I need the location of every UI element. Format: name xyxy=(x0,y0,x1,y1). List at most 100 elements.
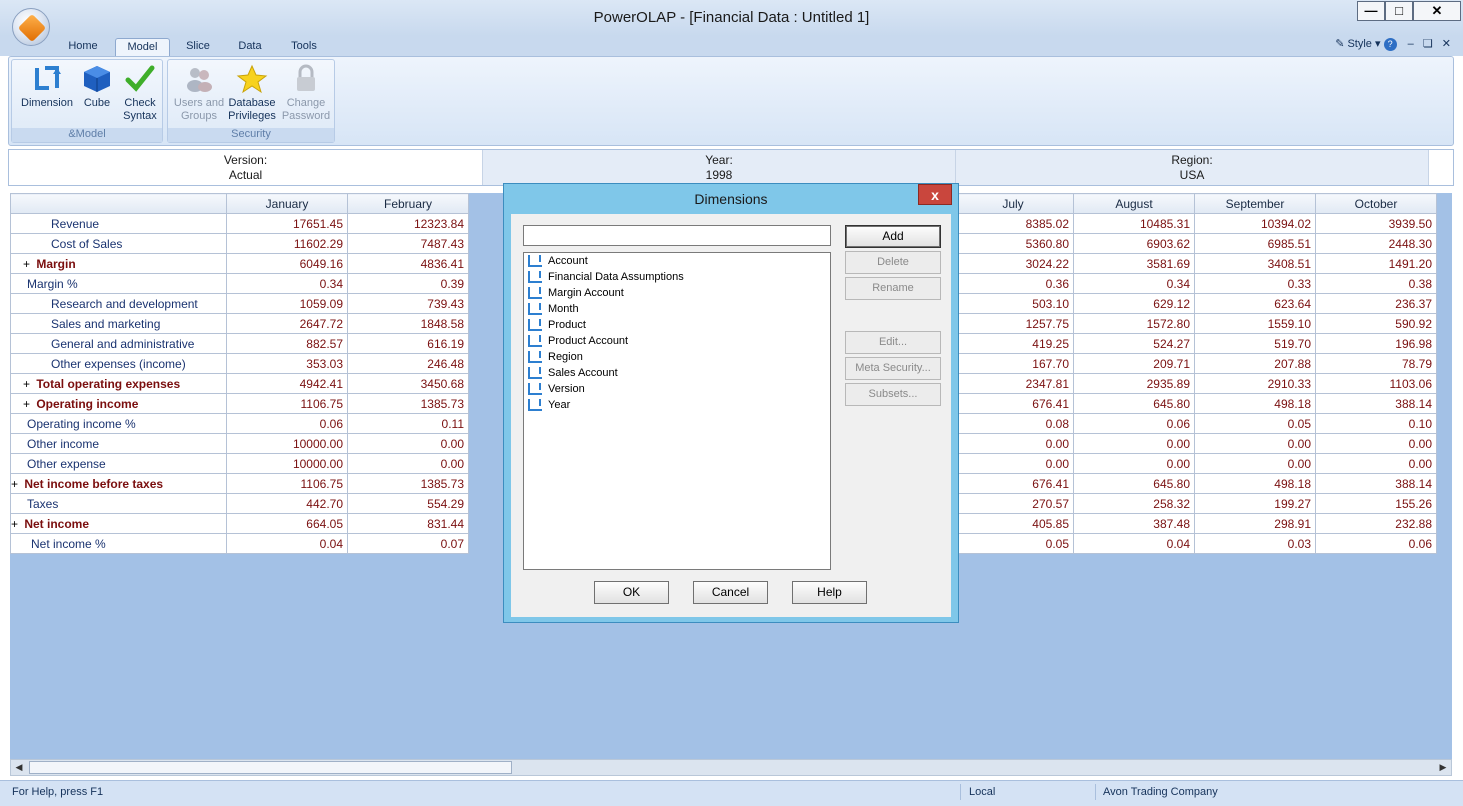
data-cell[interactable]: 199.27 xyxy=(1194,493,1316,514)
data-cell[interactable]: 503.10 xyxy=(952,293,1074,314)
database-privileges-button[interactable]: Database Privileges xyxy=(226,64,278,123)
data-cell[interactable]: 1572.80 xyxy=(1073,313,1195,334)
meta-security-button[interactable]: Meta Security... xyxy=(845,357,941,380)
close-window-button[interactable]: ✕ xyxy=(1413,1,1461,21)
data-cell[interactable]: 298.91 xyxy=(1194,513,1316,534)
data-cell[interactable]: 6049.16 xyxy=(226,253,348,274)
data-cell[interactable]: 554.29 xyxy=(347,493,469,514)
data-cell[interactable]: 1059.09 xyxy=(226,293,348,314)
column-header[interactable]: October xyxy=(1315,193,1437,214)
data-cell[interactable]: 419.25 xyxy=(952,333,1074,354)
change-password-button[interactable]: Change Password xyxy=(280,64,332,123)
data-cell[interactable]: 1385.73 xyxy=(347,473,469,494)
data-cell[interactable]: 676.41 xyxy=(952,473,1074,494)
row-header[interactable]: + Net income xyxy=(10,513,227,534)
data-cell[interactable]: 1257.75 xyxy=(952,313,1074,334)
data-cell[interactable]: 387.48 xyxy=(1073,513,1195,534)
row-header[interactable]: Cost of Sales xyxy=(10,233,227,254)
row-header[interactable]: Other expense xyxy=(10,453,227,474)
data-cell[interactable]: 2935.89 xyxy=(1073,373,1195,394)
data-cell[interactable]: 0.06 xyxy=(1073,413,1195,434)
data-cell[interactable]: 7487.43 xyxy=(347,233,469,254)
tab-slice[interactable]: Slice xyxy=(180,38,216,58)
data-cell[interactable]: 498.18 xyxy=(1194,473,1316,494)
data-cell[interactable]: 2647.72 xyxy=(226,313,348,334)
list-item[interactable]: Version xyxy=(524,381,830,397)
data-cell[interactable]: 388.14 xyxy=(1315,393,1437,414)
data-cell[interactable]: 196.98 xyxy=(1315,333,1437,354)
tab-data[interactable]: Data xyxy=(232,38,268,58)
row-header[interactable]: + Total operating expenses xyxy=(10,373,227,394)
row-header[interactable]: Sales and marketing xyxy=(10,313,227,334)
data-cell[interactable]: 519.70 xyxy=(1194,333,1316,354)
data-cell[interactable]: 17651.45 xyxy=(226,213,348,234)
data-cell[interactable]: 0.08 xyxy=(952,413,1074,434)
row-header[interactable]: General and administrative xyxy=(10,333,227,354)
list-item[interactable]: Sales Account xyxy=(524,365,830,381)
data-cell[interactable]: 524.27 xyxy=(1073,333,1195,354)
data-cell[interactable]: 0.00 xyxy=(1315,453,1437,474)
tab-model[interactable]: Model xyxy=(115,38,170,58)
mdi-minimize-button[interactable]: – xyxy=(1408,38,1414,50)
scrollbar-thumb[interactable] xyxy=(29,761,512,774)
data-cell[interactable]: 5360.80 xyxy=(952,233,1074,254)
expand-plus-icon[interactable]: + xyxy=(23,397,33,411)
column-header[interactable]: January xyxy=(226,193,348,214)
data-cell[interactable]: 616.19 xyxy=(347,333,469,354)
dimension-list[interactable]: Account Financial Data Assumptions Margin … xyxy=(523,252,831,570)
data-cell[interactable]: 232.88 xyxy=(1315,513,1437,534)
data-cell[interactable]: 0.36 xyxy=(952,273,1074,294)
data-cell[interactable]: 0.00 xyxy=(952,453,1074,474)
data-cell[interactable]: 353.03 xyxy=(226,353,348,374)
data-cell[interactable]: 2448.30 xyxy=(1315,233,1437,254)
data-cell[interactable]: 882.57 xyxy=(226,333,348,354)
data-cell[interactable]: 3450.68 xyxy=(347,373,469,394)
list-item[interactable]: Product xyxy=(524,317,830,333)
data-cell[interactable]: 3939.50 xyxy=(1315,213,1437,234)
data-cell[interactable]: 4942.41 xyxy=(226,373,348,394)
data-cell[interactable]: 3581.69 xyxy=(1073,253,1195,274)
dimension-name-input[interactable] xyxy=(523,225,831,246)
list-item[interactable]: Region xyxy=(524,349,830,365)
slicer-region[interactable]: Region: USA xyxy=(956,150,1429,185)
row-header[interactable]: Net income % xyxy=(10,533,227,554)
mdi-close-button[interactable]: ✕ xyxy=(1442,38,1451,50)
tab-home[interactable]: Home xyxy=(62,38,104,58)
data-cell[interactable]: 4836.41 xyxy=(347,253,469,274)
data-cell[interactable]: 0.34 xyxy=(1073,273,1195,294)
data-cell[interactable]: 405.85 xyxy=(952,513,1074,534)
expand-plus-icon[interactable]: + xyxy=(23,257,33,271)
column-header[interactable]: September xyxy=(1194,193,1316,214)
data-cell[interactable]: 1385.73 xyxy=(347,393,469,414)
data-cell[interactable]: 1106.75 xyxy=(226,393,348,414)
cancel-button[interactable]: Cancel xyxy=(693,581,768,604)
data-cell[interactable]: 270.57 xyxy=(952,493,1074,514)
data-cell[interactable]: 10000.00 xyxy=(226,433,348,454)
data-cell[interactable]: 0.00 xyxy=(952,433,1074,454)
ok-button[interactable]: OK xyxy=(594,581,669,604)
data-cell[interactable]: 209.71 xyxy=(1073,353,1195,374)
expand-plus-icon[interactable]: + xyxy=(11,517,21,531)
column-header[interactable]: August xyxy=(1073,193,1195,214)
subsets-button[interactable]: Subsets... xyxy=(845,383,941,406)
data-cell[interactable]: 0.39 xyxy=(347,273,469,294)
row-header[interactable]: Taxes xyxy=(10,493,227,514)
dimension-button[interactable]: Dimension xyxy=(18,64,76,110)
check-syntax-button[interactable]: Check Syntax xyxy=(118,64,162,123)
edit-button[interactable]: Edit... xyxy=(845,331,941,354)
add-button[interactable]: Add xyxy=(845,225,941,248)
data-cell[interactable]: 1559.10 xyxy=(1194,313,1316,334)
slicer-year[interactable]: Year: 1998 xyxy=(483,150,956,185)
expand-plus-icon[interactable]: + xyxy=(23,377,33,391)
data-cell[interactable]: 3408.51 xyxy=(1194,253,1316,274)
list-item[interactable]: Year xyxy=(524,397,830,413)
row-header[interactable]: + Operating income xyxy=(10,393,227,414)
row-header[interactable]: Other expenses (income) xyxy=(10,353,227,374)
data-cell[interactable]: 739.43 xyxy=(347,293,469,314)
data-cell[interactable]: 0.03 xyxy=(1194,533,1316,554)
data-cell[interactable]: 0.10 xyxy=(1315,413,1437,434)
data-cell[interactable]: 167.70 xyxy=(952,353,1074,374)
tab-tools[interactable]: Tools xyxy=(284,38,324,58)
list-item[interactable]: Margin Account xyxy=(524,285,830,301)
scroll-left-arrow-icon[interactable]: ◀ xyxy=(12,761,26,774)
